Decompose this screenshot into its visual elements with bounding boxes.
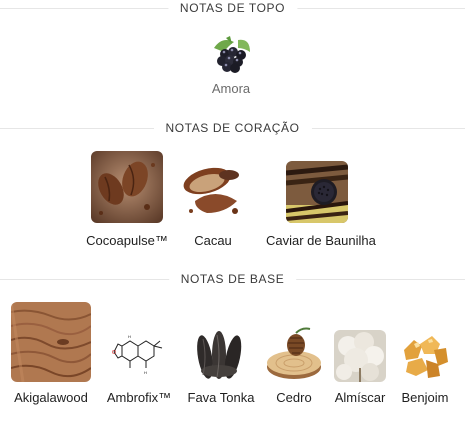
note-almiscar[interactable]: Almíscar bbox=[334, 330, 386, 405]
blackberry-icon bbox=[208, 30, 254, 76]
svg-text:H: H bbox=[128, 334, 131, 339]
note-cedro[interactable]: Cedro bbox=[266, 325, 322, 405]
section-header-base: NOTAS DE BASE bbox=[0, 271, 465, 287]
note-label: Amora bbox=[211, 81, 251, 96]
tonka-beans-icon bbox=[193, 327, 249, 382]
wood-grain-icon bbox=[11, 302, 91, 382]
cocoa-powder-icon bbox=[181, 161, 245, 223]
note-ambrofix[interactable]: O H H Ambrofix™ bbox=[107, 324, 171, 405]
note-fava-tonka[interactable]: Fava Tonka bbox=[188, 327, 254, 405]
note-akigalawood[interactable]: Akigalawood bbox=[11, 302, 91, 405]
cocoa-pods-icon bbox=[91, 151, 163, 223]
vanilla-caviar-icon bbox=[286, 161, 348, 223]
section-title-heart: NOTAS DE CORAÇÃO bbox=[153, 120, 312, 136]
note-benjoim[interactable]: Benjoim bbox=[400, 330, 450, 405]
section-header-top: NOTAS DE TOPO bbox=[0, 0, 465, 16]
section-header-heart: NOTAS DE CORAÇÃO bbox=[0, 120, 465, 136]
molecule-structure-icon: O H H bbox=[108, 324, 170, 382]
svg-text:H: H bbox=[144, 370, 147, 375]
musk-cotton-icon bbox=[334, 330, 386, 382]
benzoin-resin-icon bbox=[400, 330, 450, 382]
note-cacau[interactable]: Cacau bbox=[181, 161, 245, 248]
note-label: Benjoim bbox=[401, 390, 449, 405]
section-title-base: NOTAS DE BASE bbox=[168, 271, 297, 287]
note-label: Caviar de Baunilha bbox=[266, 233, 376, 248]
section-title-top: NOTAS DE TOPO bbox=[167, 0, 298, 16]
svg-text:O: O bbox=[112, 350, 116, 356]
cedar-cone-icon bbox=[266, 325, 322, 382]
note-label: Cacau bbox=[194, 233, 232, 248]
note-amora[interactable]: Amora bbox=[208, 30, 254, 96]
note-cocoapulse[interactable]: Cocoapulse™ bbox=[86, 151, 168, 248]
note-caviar-de-baunilha[interactable]: Caviar de Baunilha bbox=[266, 161, 376, 248]
